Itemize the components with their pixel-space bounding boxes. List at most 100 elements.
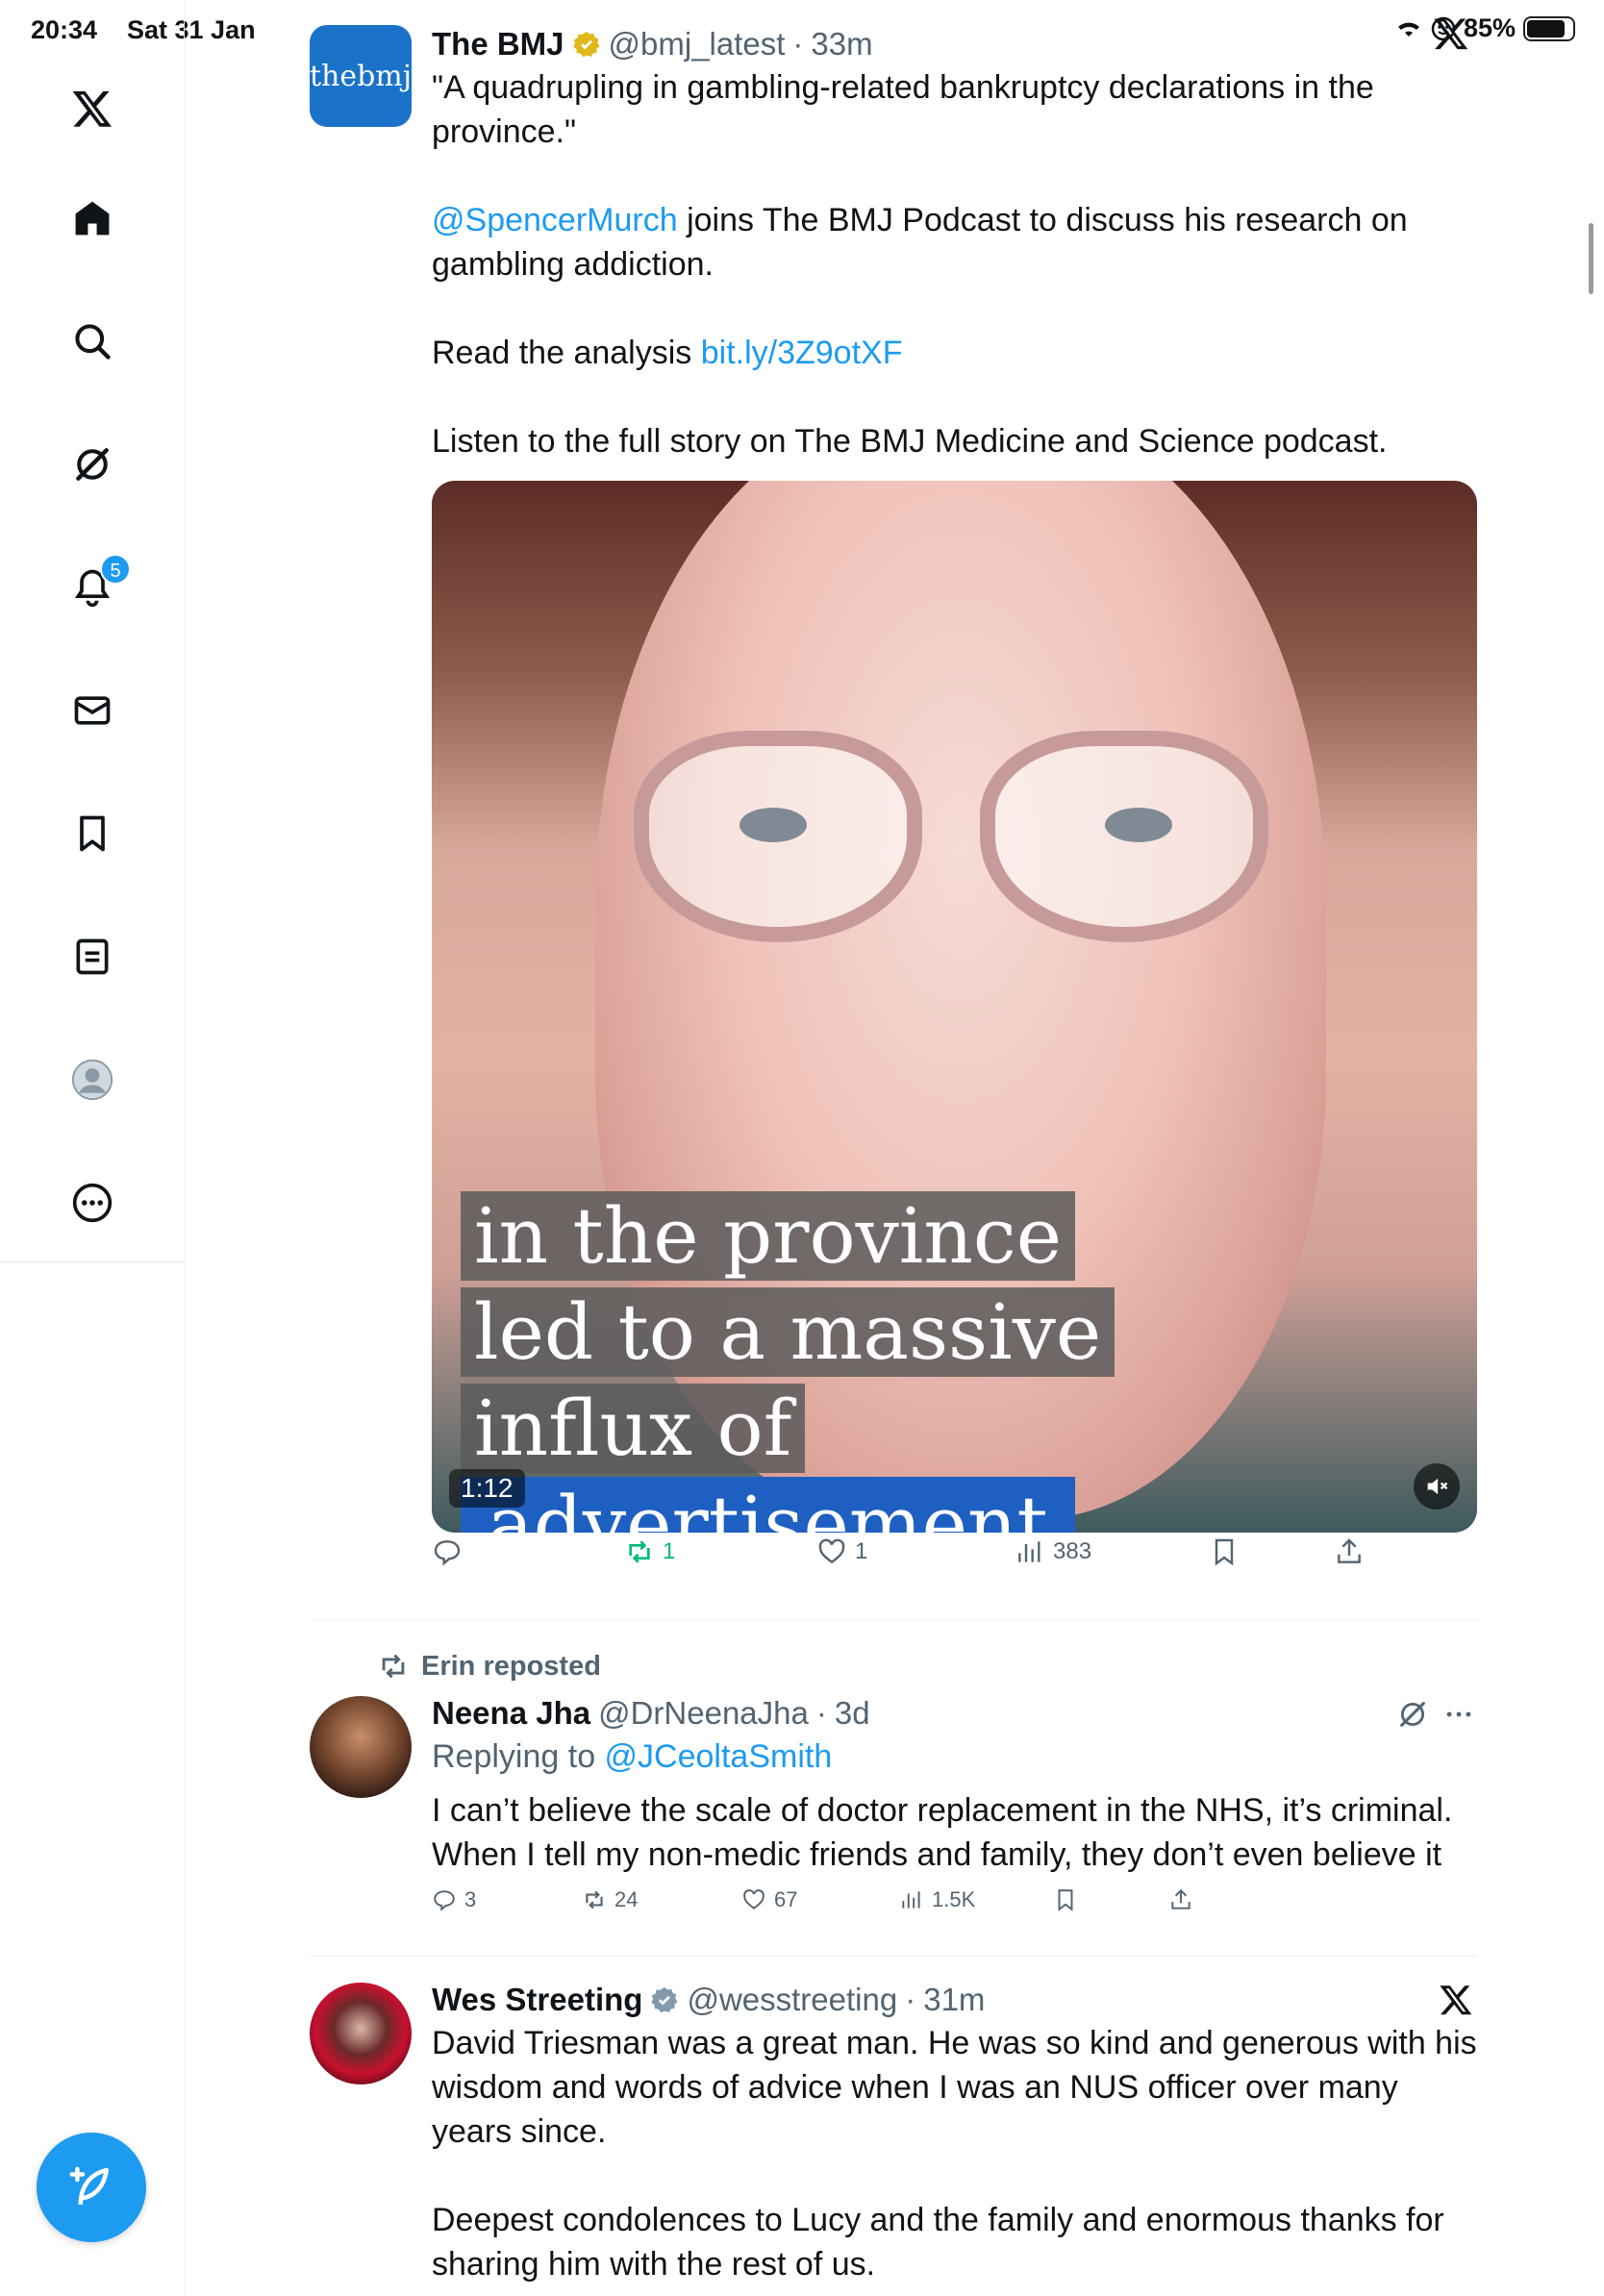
sidebar-divider [0, 1261, 185, 1262]
tweet-para-1: David Triesman was a great man. He was s… [432, 2025, 1477, 2150]
like-button[interactable]: 1 [816, 1536, 867, 1567]
bookmark-icon [1058, 1889, 1073, 1911]
reply-count: 3 [464, 1887, 477, 1911]
eye-left [739, 808, 807, 842]
repost-context[interactable]: Erin reposted [377, 1650, 601, 1683]
replying-prefix: Replying to [432, 1738, 605, 1775]
header-dot: · [792, 26, 804, 62]
timestamp[interactable]: 33m [811, 23, 872, 65]
compose-button[interactable] [37, 2133, 146, 2242]
caption-text-3: influx of [461, 1384, 806, 1473]
muted-speaker-icon [1427, 1478, 1448, 1495]
home-icon[interactable] [0, 175, 185, 262]
tweet-text: I can’t believe the scale of doctor repl… [432, 1792, 1453, 1873]
timestamp[interactable]: 3d [835, 1692, 870, 1734]
messages-icon[interactable] [0, 667, 185, 754]
x-brand-icon[interactable] [1433, 15, 1469, 52]
notifications-badge: 5 [100, 554, 131, 585]
author-name[interactable]: The BMJ [432, 23, 564, 65]
eye-right [1105, 808, 1172, 842]
bookmark-button[interactable] [1209, 1536, 1240, 1567]
mention-link[interactable]: @SpencerMurch [432, 202, 678, 238]
scrollbar[interactable] [1589, 223, 1593, 294]
like-count: 1 [855, 1538, 868, 1564]
share-icon [1338, 1538, 1361, 1563]
repost-count: 1 [663, 1538, 676, 1564]
compose-icon [69, 2166, 109, 2206]
share-button[interactable] [1334, 1536, 1365, 1567]
share-button[interactable] [1168, 1887, 1193, 1912]
avatar-logo-text: thebmj [310, 59, 412, 93]
battery-icon [1523, 15, 1575, 41]
header-dot: · [815, 1695, 827, 1731]
author-handle[interactable]: @wesstreeting [687, 1979, 897, 2021]
author-name[interactable]: Wes Streeting [432, 1979, 642, 2021]
tweet-line-4: Listen to the full story on The BMJ Medi… [432, 423, 1388, 460]
tweet-separator [310, 1956, 1477, 1957]
replying-to: Replying to @JCeoltaSmith [432, 1734, 1477, 1779]
caption-text-1: in the province [461, 1191, 1076, 1281]
views-button[interactable]: 383 [1015, 1536, 1091, 1567]
caption-text-4: advertisement [488, 1480, 1048, 1533]
tweet-body: Wes Streeting @wesstreeting · 31m David … [432, 1979, 1477, 2286]
views-icon [902, 1891, 920, 1909]
search-icon[interactable] [0, 298, 185, 385]
video-caption-2: led to a massive [461, 1285, 1115, 1381]
tweet-header: The BMJ @bmj_latest · 33m [432, 23, 1477, 65]
avatar[interactable]: thebmj [310, 25, 412, 127]
profile-icon[interactable] [0, 1036, 185, 1123]
reply-button[interactable] [432, 1536, 463, 1567]
tweet-line-3: Read the analysis bit.ly/3Z9otXF [432, 331, 1477, 375]
author-name[interactable]: Neena Jha [432, 1692, 590, 1734]
verified-grey-icon [651, 1986, 678, 2013]
author-handle[interactable]: @bmj_latest [609, 23, 786, 65]
avatar[interactable] [310, 1696, 412, 1798]
like-button[interactable]: 67 [741, 1887, 797, 1912]
reply-icon [434, 1890, 455, 1911]
grok-icon[interactable] [0, 421, 185, 508]
reply-button[interactable]: 3 [432, 1887, 476, 1912]
share-icon [1171, 1888, 1190, 1909]
bookmark-button[interactable] [1053, 1887, 1078, 1912]
mute-button[interactable] [1414, 1463, 1460, 1510]
video-player[interactable]: in the province led to a massive influx … [432, 481, 1477, 1533]
video-duration: 1:12 [449, 1469, 525, 1508]
bookmark-icon [1215, 1538, 1234, 1566]
tweet-separator [310, 1619, 1477, 1620]
video-caption-4: advertisement [461, 1477, 1075, 1533]
timestamp[interactable]: 31m [923, 1979, 985, 2021]
lists-icon[interactable] [0, 913, 185, 1000]
avatar[interactable] [310, 1983, 412, 2084]
more-options-icon[interactable] [1442, 1698, 1475, 1731]
notifications-icon[interactable]: 5 [0, 544, 185, 631]
more-icon[interactable] [0, 1160, 185, 1246]
video-caption-1: in the province [461, 1188, 1076, 1285]
x-logo-icon[interactable] [0, 65, 185, 152]
tweet-line-2: @SpencerMurch joins The BMJ Podcast to d… [432, 198, 1477, 287]
replying-to-link[interactable]: @JCeoltaSmith [605, 1738, 833, 1775]
views-button[interactable]: 1.5K [899, 1887, 975, 1912]
heart-icon [743, 1889, 764, 1909]
analysis-link[interactable]: bit.ly/3Z9otXF [701, 335, 903, 371]
header-dot: · [905, 1982, 916, 2017]
grok-icon[interactable] [1396, 1698, 1429, 1731]
tweet-line-1: "A quadrupling in gambling-related bankr… [432, 69, 1374, 150]
repost-icon [382, 1654, 405, 1679]
repost-button[interactable]: 1 [624, 1536, 675, 1567]
tweet-body: The BMJ @bmj_latest · 33m "A quadrupling… [432, 23, 1477, 463]
author-handle[interactable]: @DrNeenaJha [598, 1692, 809, 1734]
reposted-by: Erin reposted [421, 1650, 601, 1682]
x-brand-icon[interactable] [1439, 1983, 1473, 2017]
repost-icon [586, 1890, 603, 1909]
view-count: 1.5K [932, 1887, 976, 1911]
caption-text-2: led to a massive [461, 1287, 1115, 1377]
tweet-header: Wes Streeting @wesstreeting · 31m [432, 1979, 1477, 2021]
repost-icon [629, 1540, 650, 1563]
bookmarks-icon[interactable] [0, 790, 185, 877]
repost-count: 24 [614, 1887, 639, 1911]
view-count: 383 [1053, 1538, 1092, 1564]
reply-icon [434, 1540, 461, 1566]
tweet-header: Neena Jha @DrNeenaJha · 3d [432, 1692, 1477, 1734]
repost-button[interactable]: 24 [582, 1887, 638, 1912]
video-caption-3: influx of [461, 1381, 806, 1477]
